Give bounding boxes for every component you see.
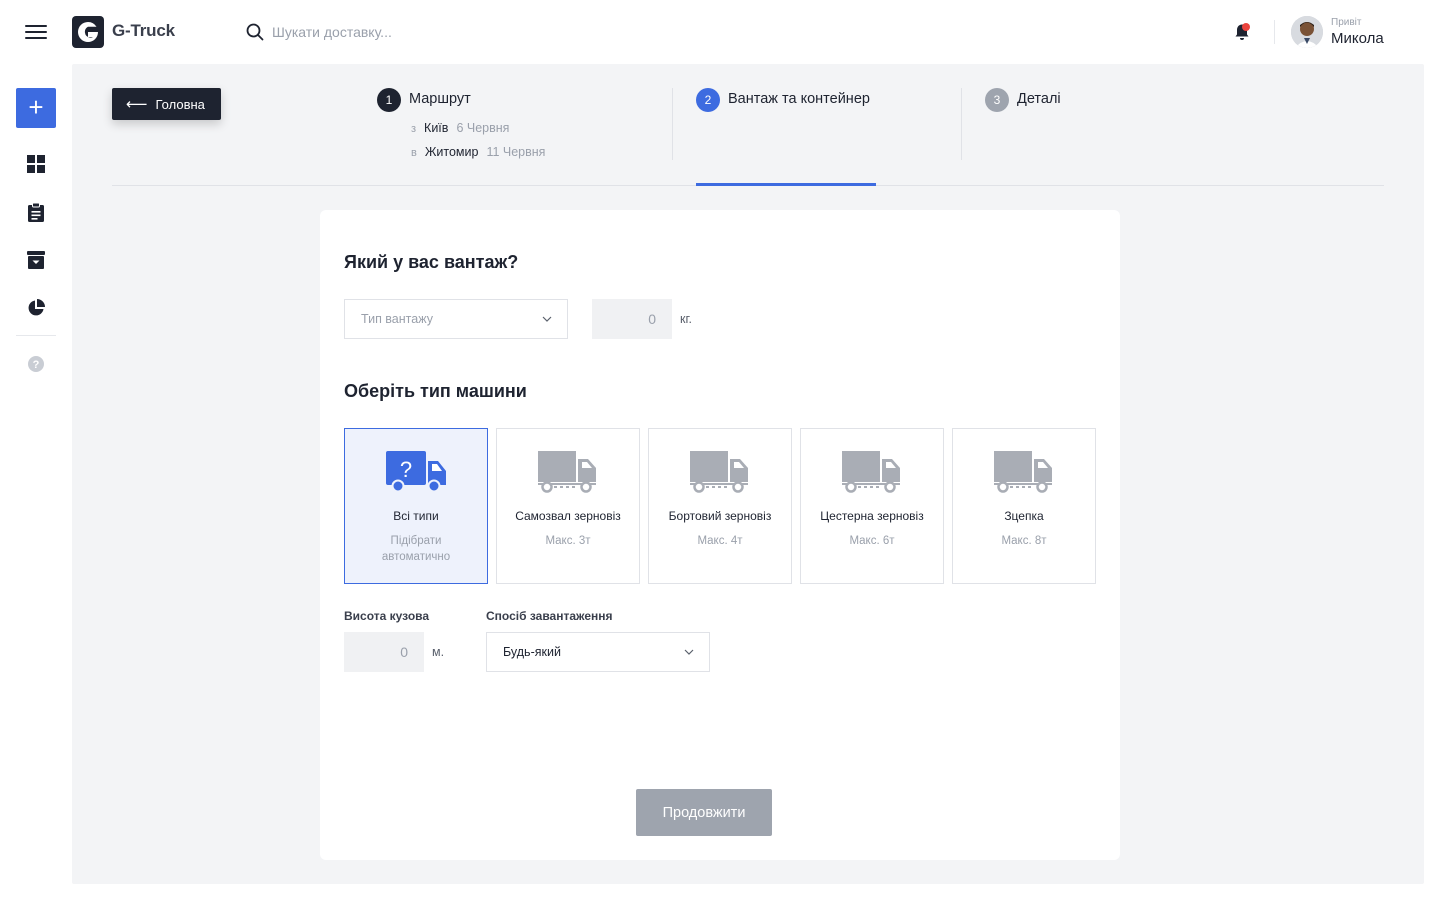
vehicle-option-all[interactable]: ? Всі типи Підібрати автоматично: [344, 428, 488, 584]
step-divider: [672, 88, 673, 160]
loading-method-value: Будь-який: [503, 645, 561, 659]
arrow-left-icon: ⟵: [126, 96, 148, 113]
sidebar: + ?: [0, 64, 72, 900]
menu-icon[interactable]: [24, 22, 48, 42]
truck-icon: [690, 451, 748, 493]
step-title: Вантаж та контейнер: [728, 91, 870, 107]
step-number: 3: [985, 88, 1009, 112]
vehicle-option-coupling[interactable]: Зцепка Макс. 8т: [952, 428, 1096, 584]
search-input[interactable]: [272, 24, 612, 40]
search-icon: [246, 23, 264, 41]
sidebar-divider: [16, 335, 56, 336]
body-height-unit: м.: [432, 645, 445, 659]
vehicle-capacity: Макс. 3т: [545, 535, 591, 547]
loading-method-select[interactable]: Будь-який: [486, 632, 710, 672]
loading-method-label: Спосіб завантаження: [486, 609, 613, 623]
search-bar: [246, 20, 646, 44]
vehicle-name: Бортовий зерновіз: [668, 509, 772, 523]
user-greeting: Привіт: [1331, 17, 1362, 28]
divider: [1274, 20, 1275, 44]
route-from-date: 6 Червня: [456, 121, 510, 135]
vehicle-name: Цестерна зерновіз: [820, 509, 924, 523]
route-to-date: 11 Червня: [486, 145, 546, 159]
vehicle-option-tank-grain[interactable]: Цестерна зерновіз Макс. 6т: [800, 428, 944, 584]
vehicle-heading: Оберіть тип машини: [344, 381, 527, 401]
vehicle-option-dump-grain[interactable]: Самозвал зерновіз Макс. 3т: [496, 428, 640, 584]
vehicle-name: Всі типи: [393, 509, 439, 523]
truck-icon: [842, 451, 900, 493]
step-cargo[interactable]: 2 Вантаж та контейнер: [696, 88, 870, 112]
vehicle-name: Зцепка: [1004, 509, 1044, 523]
route-from-city: Київ: [424, 121, 449, 135]
route-from-prefix: з: [411, 123, 417, 135]
chevron-down-icon: [542, 316, 552, 322]
app-name[interactable]: G-Truck: [112, 21, 175, 41]
continue-button[interactable]: Продовжити: [636, 789, 772, 836]
vehicle-capacity: Підібрати автоматично: [381, 535, 451, 563]
vehicle-capacity: Макс. 4т: [697, 535, 743, 547]
step-details[interactable]: 3 Деталі: [985, 88, 1061, 112]
cargo-form-card: Який у вас вантаж? Тип вантажу 0 кг. Обе…: [320, 210, 1120, 860]
active-step-indicator: [696, 183, 876, 186]
route-from: з Київ 6 Червня: [411, 121, 509, 135]
main-content: ⟵ Головна 1 Маршрут з Київ 6 Червня в Житом…: [72, 64, 1424, 884]
step-title: Деталі: [1017, 91, 1061, 107]
step-divider: [961, 88, 962, 160]
route-to: в Житомир 11 Червня: [411, 145, 545, 159]
route-to-city: Житомир: [424, 145, 479, 159]
logo-icon[interactable]: [72, 16, 104, 48]
body-height-input[interactable]: 0: [344, 632, 424, 672]
clipboard-icon[interactable]: [24, 200, 48, 224]
back-home-label: Головна: [155, 96, 205, 112]
svg-text:?: ?: [400, 457, 412, 482]
truck-icon: [994, 451, 1052, 493]
weight-unit: кг.: [680, 312, 692, 326]
truck-question-icon: ?: [386, 451, 446, 493]
user-name[interactable]: Микола: [1331, 30, 1384, 47]
avatar[interactable]: [1291, 16, 1323, 48]
vehicle-name: Самозвал зерновіз: [515, 509, 621, 523]
archive-icon[interactable]: [24, 248, 48, 272]
weight-input[interactable]: 0: [592, 299, 672, 339]
help-icon[interactable]: ?: [24, 352, 48, 376]
pie-chart-icon[interactable]: [24, 296, 48, 320]
vehicle-type-list: ? Всі типи Підібрати автоматично Самозва…: [344, 428, 1096, 584]
cargo-type-select[interactable]: Тип вантажу: [344, 299, 568, 339]
step-route[interactable]: 1 Маршрут з Київ 6 Червня в Житомир 11 Червн…: [377, 88, 545, 159]
back-home-button[interactable]: ⟵ Головна: [112, 88, 221, 120]
truck-icon: [538, 451, 596, 493]
chevron-down-icon: [684, 649, 694, 655]
add-button[interactable]: +: [16, 88, 56, 128]
svg-text:?: ?: [33, 359, 40, 371]
vehicle-capacity: Макс. 6т: [849, 535, 895, 547]
step-title: Маршрут: [409, 91, 471, 107]
route-to-prefix: в: [411, 147, 417, 159]
vehicle-capacity: Макс. 8т: [1001, 535, 1047, 547]
cargo-type-placeholder: Тип вантажу: [361, 312, 433, 326]
dashboard-icon[interactable]: [24, 152, 48, 176]
cargo-heading: Який у вас вантаж?: [344, 252, 519, 272]
body-height-label: Висота кузова: [344, 609, 430, 623]
step-number: 2: [696, 88, 720, 112]
vehicle-option-flatbed-grain[interactable]: Бортовий зерновіз Макс. 4т: [648, 428, 792, 584]
step-number: 1: [377, 88, 401, 112]
top-bar: G-Truck Привіт Микола: [0, 0, 1440, 64]
notification-badge: [1242, 23, 1250, 31]
